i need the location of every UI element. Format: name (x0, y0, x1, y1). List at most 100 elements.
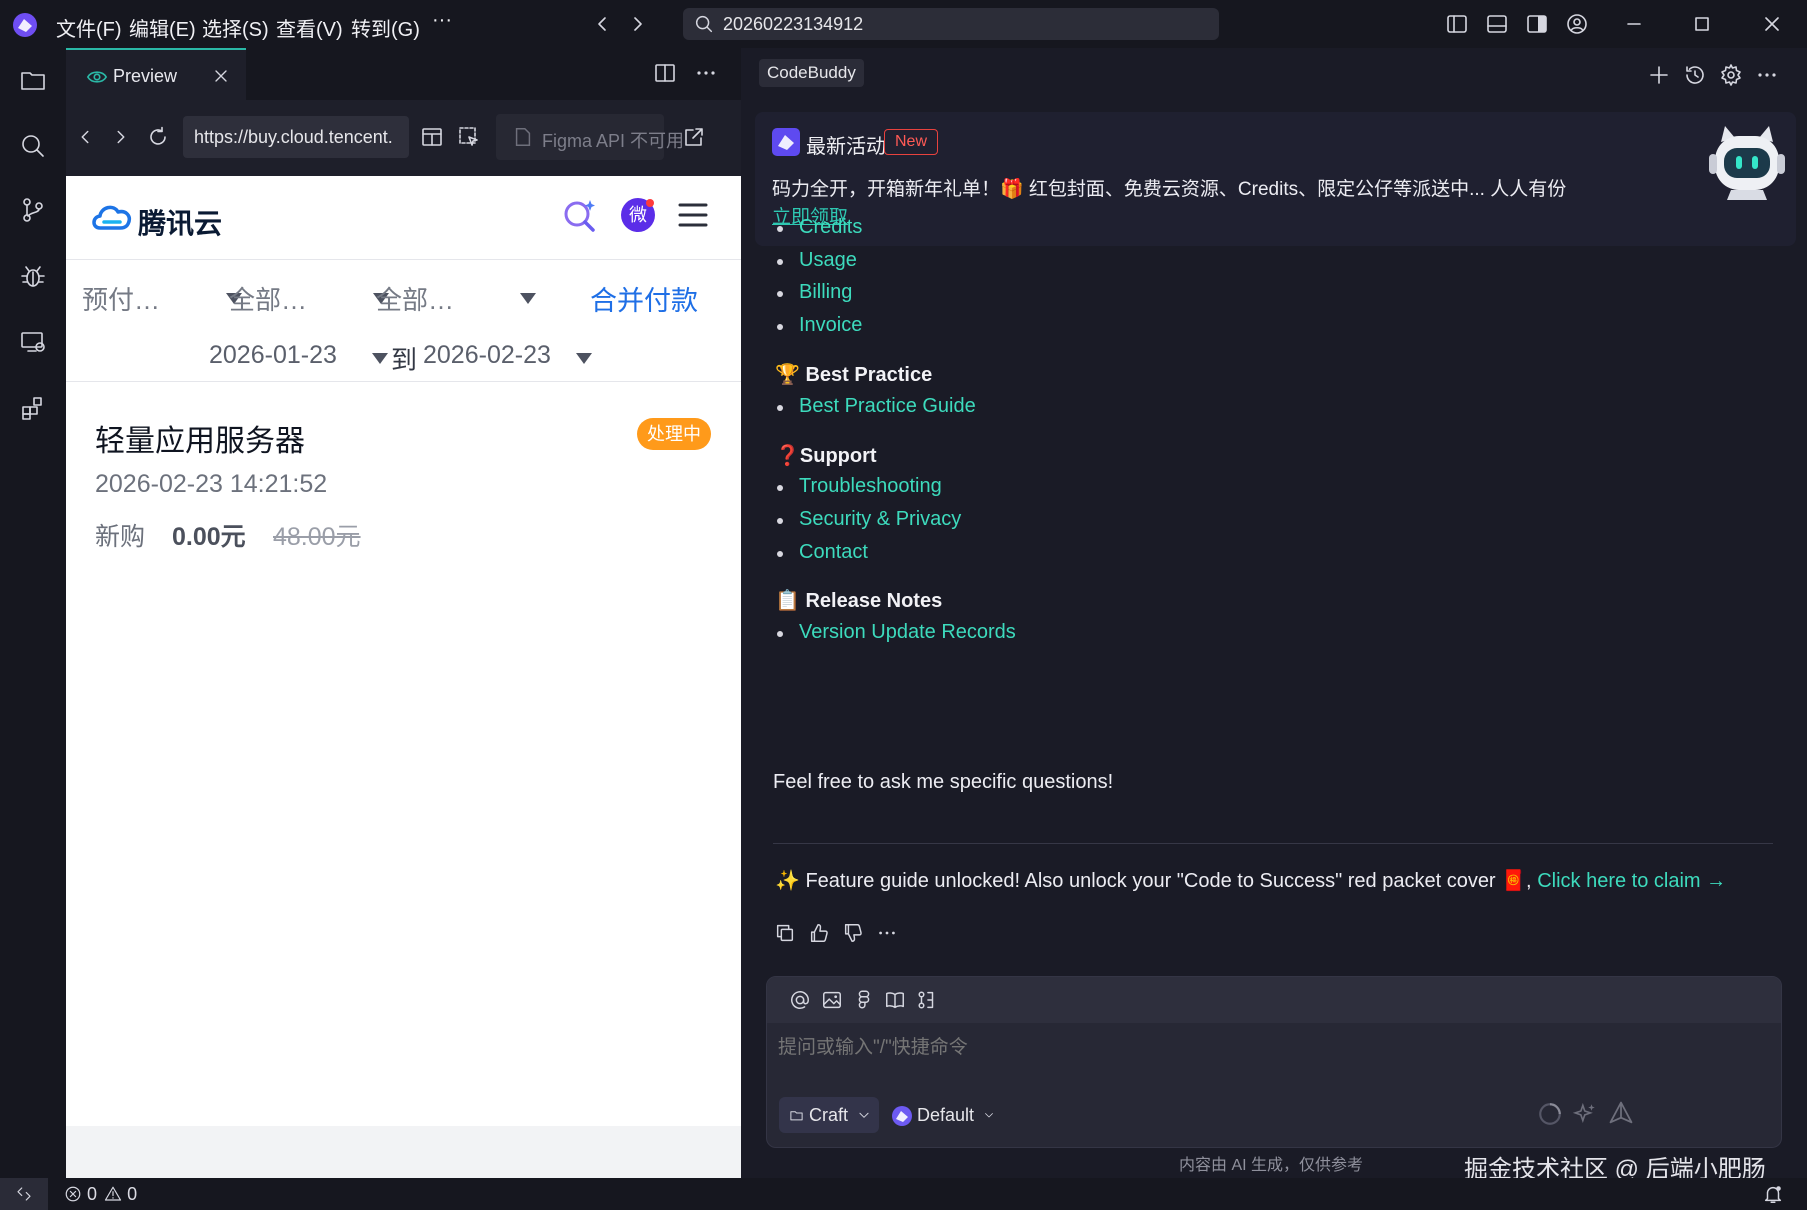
order-status-badge: 处理中 (637, 418, 711, 450)
history-icon[interactable] (1683, 63, 1707, 87)
tab-codebuddy[interactable]: CodeBuddy (759, 59, 864, 87)
claim-cover-link[interactable]: Click here to claim → (1537, 870, 1726, 892)
caret-down-icon (520, 293, 536, 304)
new-chat-icon[interactable] (1647, 63, 1671, 87)
debug-icon[interactable] (19, 262, 47, 290)
filter-product[interactable]: 全部… (229, 280, 307, 317)
thumbs-down-icon[interactable] (842, 922, 864, 944)
link-contact[interactable]: Contact (777, 541, 868, 564)
link-usage[interactable]: Usage (777, 249, 857, 272)
menu-more[interactable]: ··· (432, 9, 452, 32)
chat-composer: Craft Default (766, 976, 1782, 1148)
figma-icon[interactable] (853, 989, 875, 1011)
warning-count: 0 (127, 1184, 138, 1204)
knowledge-book-icon[interactable] (884, 989, 906, 1011)
problems-indicator[interactable]: 0 0 (64, 1184, 137, 1205)
chat-input[interactable] (778, 1037, 1678, 1059)
date-from-select[interactable]: 2026-01-23 (209, 341, 337, 370)
account-icon[interactable] (1565, 12, 1589, 36)
promo-banner: 最新活动 New 码力全开，开箱新年礼单！🎁 红包封面、免费云资源、Credit… (755, 112, 1796, 246)
link-security-privacy[interactable]: Security & Privacy (776, 508, 961, 531)
toggle-panel-icon[interactable] (1485, 12, 1509, 36)
preview-toolbar: https://buy.cloud.tencent. Figma API 不可用 (66, 100, 741, 176)
rules-icon[interactable] (916, 989, 938, 1011)
menu-select[interactable]: 选择(S) (202, 13, 269, 42)
reload-icon[interactable] (146, 125, 170, 149)
section-release-notes-title: Release Notes (805, 590, 943, 612)
figma-api-status-label: Figma API 不可用 (542, 131, 685, 151)
order-product-title[interactable]: 轻量应用服务器 (95, 416, 305, 460)
chevron-down-icon (985, 1113, 993, 1118)
settings-gear-icon[interactable] (1719, 63, 1743, 87)
copy-icon[interactable] (774, 922, 796, 944)
mode-label: Craft (809, 1105, 849, 1125)
mention-at-icon[interactable] (789, 989, 811, 1011)
thumbs-up-icon[interactable] (808, 922, 830, 944)
codebuddy-logo-icon (13, 13, 37, 37)
toggle-secondary-sidebar-icon[interactable] (1525, 12, 1549, 36)
link-billing[interactable]: Billing (776, 281, 852, 304)
link-version-update-records[interactable]: Version Update Records (777, 621, 1016, 644)
nav-forward-icon[interactable] (626, 12, 650, 36)
explorer-icon[interactable] (19, 66, 47, 94)
nav-back-icon[interactable] (590, 12, 614, 36)
close-window-icon[interactable] (1760, 12, 1784, 36)
back-icon[interactable] (74, 126, 96, 148)
toggle-primary-sidebar-icon[interactable] (1445, 12, 1469, 36)
forward-icon[interactable] (110, 126, 132, 148)
filter-payment-type[interactable]: 预付… (82, 280, 160, 317)
split-editor-icon[interactable] (653, 61, 677, 85)
mode-select-craft[interactable]: Craft (779, 1097, 879, 1133)
remote-indicator[interactable] (0, 1178, 48, 1210)
notifications-bell-icon[interactable] (1762, 1183, 1784, 1205)
model-select-default[interactable]: Default (891, 1097, 1001, 1133)
section-best-practice: 🏆 Best Practice (775, 362, 932, 387)
remote-explorer-icon[interactable] (19, 328, 47, 356)
link-credits[interactable]: Credits (776, 216, 862, 239)
more-options-icon[interactable] (1755, 63, 1779, 87)
menu-go[interactable]: 转到(G) (351, 13, 420, 42)
ai-search-icon[interactable] (561, 196, 599, 234)
feature-unlock-text: ✨ Feature guide unlocked! Also unlock yo… (775, 870, 1532, 892)
link-invoice[interactable]: Invoice (776, 314, 862, 337)
tab-preview-label: Preview (113, 66, 178, 86)
preview-tab-bar: Preview (66, 48, 741, 100)
maximize-icon[interactable] (1690, 12, 1714, 36)
folder-icon (790, 1111, 803, 1121)
url-input[interactable]: https://buy.cloud.tencent. (183, 116, 409, 158)
menu-file[interactable]: 文件(F) (56, 13, 122, 42)
enhance-prompt-icon[interactable] (1572, 1101, 1598, 1127)
link-troubleshooting[interactable]: Troubleshooting (777, 475, 942, 498)
open-external-icon[interactable] (682, 125, 706, 149)
assistant-closing-text: Feel free to ask me specific questions! (773, 771, 1114, 793)
tencent-cloud-logo-icon[interactable] (90, 200, 134, 234)
composer-toolbar (767, 977, 1781, 1023)
search-icon[interactable] (19, 132, 47, 160)
menu-edit[interactable]: 编辑(E) (129, 13, 196, 42)
close-tab-icon[interactable] (211, 66, 231, 86)
link-best-practice-guide[interactable]: Best Practice Guide (777, 395, 976, 418)
command-search-input[interactable]: 20260223134912 (683, 8, 1219, 40)
url-value: https://buy.cloud.tencent. (194, 127, 393, 147)
image-upload-icon[interactable] (821, 989, 843, 1011)
tab-preview[interactable]: Preview (66, 48, 246, 100)
question-mark-icon: ❓ (775, 445, 800, 467)
layout-toggle-icon[interactable] (420, 125, 444, 149)
app-window: 文件(F) 编辑(E) 选择(S) 查看(V) 转到(G) ··· 202602… (0, 0, 1807, 1210)
select-element-icon[interactable] (457, 125, 481, 149)
filter-status[interactable]: 全部… (376, 280, 454, 317)
hamburger-menu-icon[interactable] (678, 200, 708, 230)
web-footer (66, 1126, 741, 1178)
date-to-select[interactable]: 2026-02-23 (423, 341, 551, 370)
merge-pay-link[interactable]: 合并付款 (590, 279, 698, 318)
more-actions-icon[interactable] (694, 61, 718, 85)
extensions-icon[interactable] (19, 394, 47, 422)
user-avatar[interactable]: 微 (621, 198, 655, 232)
trophy-icon: 🏆 (775, 364, 800, 386)
send-icon[interactable] (1607, 1099, 1635, 1127)
more-message-actions-icon[interactable] (876, 922, 898, 944)
minimize-icon[interactable] (1622, 12, 1646, 36)
menu-view[interactable]: 查看(V) (276, 13, 343, 42)
source-control-icon[interactable] (19, 196, 47, 224)
caret-down-icon (576, 353, 592, 364)
